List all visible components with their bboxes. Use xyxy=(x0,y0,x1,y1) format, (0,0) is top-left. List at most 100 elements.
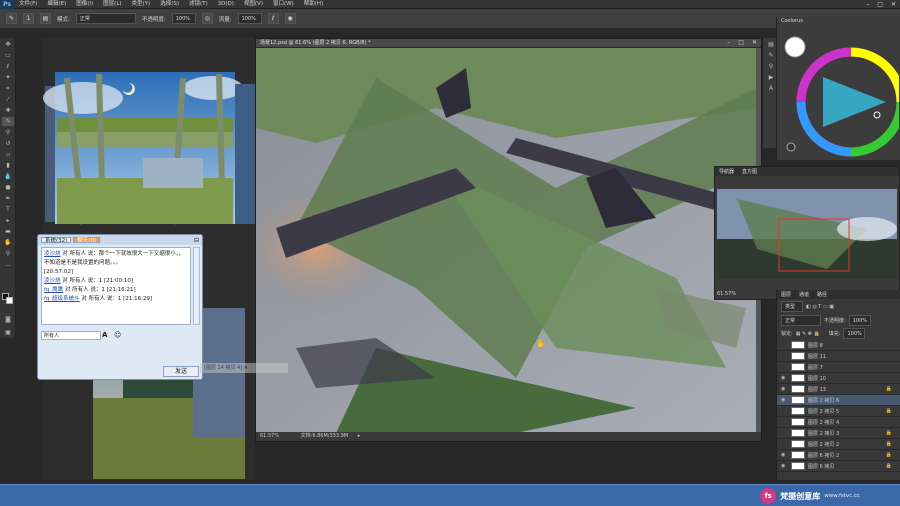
brush-panel-toggle-icon[interactable]: ▤ xyxy=(40,13,51,24)
color-panel-tab[interactable]: Coolorus xyxy=(777,17,807,25)
status-arrow-icon[interactable]: ▸ xyxy=(358,433,361,439)
layer-row[interactable]: 图层 7 xyxy=(777,362,900,373)
chat-sender[interactable]: 凌沙烧 xyxy=(44,278,61,284)
blur-tool-icon[interactable]: 💧 xyxy=(2,172,14,181)
dodge-tool-icon[interactable]: ● xyxy=(2,183,14,192)
doc-close-icon[interactable]: ✕ xyxy=(752,39,757,46)
airbrush-icon[interactable]: ℓ xyxy=(267,13,279,24)
layer-row[interactable]: ◉ 图层 13 🔒 xyxy=(777,384,900,395)
navigator-tab[interactable]: 直方图 xyxy=(738,167,761,176)
painting-canvas[interactable]: ✋ xyxy=(256,48,756,433)
pen-tool-icon[interactable]: ✒ xyxy=(2,194,14,203)
brush-tool-icon[interactable]: ✎ xyxy=(2,117,14,126)
layer-row[interactable]: ◉ 图层 10 xyxy=(777,373,900,384)
screen-mode-icon[interactable]: ▣ xyxy=(2,328,14,337)
menu-item[interactable]: 类型(Y) xyxy=(127,0,156,9)
hidden-layer-label[interactable]: [图层 14 拷贝 4] ✕ xyxy=(200,363,288,373)
layer-row[interactable]: 图层 11 xyxy=(777,351,900,362)
crop-tool-icon[interactable]: ⌗ xyxy=(2,84,14,93)
opacity-input[interactable]: 100% xyxy=(171,13,196,24)
chat-scrollbar[interactable] xyxy=(193,247,200,325)
type-tool-icon[interactable]: T xyxy=(2,205,14,214)
navigator-tab[interactable]: 导航器 xyxy=(715,167,738,176)
menu-item[interactable]: 3D(D) xyxy=(213,0,239,9)
menu-item[interactable]: 视图(V) xyxy=(239,0,268,9)
layer-row[interactable]: ◉ 图层 6 拷贝 2 🔒 xyxy=(777,450,900,461)
layer-row[interactable]: 图层 2 拷贝 4 xyxy=(777,417,900,428)
lasso-tool-icon[interactable]: ℓ xyxy=(2,62,14,71)
layer-row[interactable]: 图层 2 拷贝 5 🔒 xyxy=(777,406,900,417)
flow-input[interactable]: 100% xyxy=(237,13,262,24)
chat-recipient-select[interactable]: 所有人 xyxy=(41,331,101,340)
quick-mask-icon[interactable]: ◙ xyxy=(2,315,14,324)
chat-message: [20:57:02] xyxy=(44,268,188,277)
emoji-icon[interactable]: ☺ xyxy=(114,331,121,339)
chat-tab[interactable]: 系统(32) xyxy=(41,237,72,244)
doc-minimize-icon[interactable]: – xyxy=(727,39,730,46)
maximize-icon[interactable]: □ xyxy=(877,1,883,8)
chat-sender[interactable]: fq_超级系统斗 xyxy=(44,296,80,302)
pressure-size-icon[interactable]: ◉ xyxy=(284,13,296,24)
menu-item[interactable]: 图层(L) xyxy=(98,0,126,9)
quick-select-tool-icon[interactable]: ✦ xyxy=(2,73,14,82)
layer-row[interactable]: ◉ 图层 6 拷贝 🔒 xyxy=(777,461,900,472)
document-tab[interactable]: 场景12.psd @ 61.6% (图层 2 拷贝 6, RGB/8) * xyxy=(256,39,761,48)
eraser-tool-icon[interactable]: ▱ xyxy=(2,150,14,159)
history-brush-icon[interactable]: ↺ xyxy=(2,139,14,148)
minimize-icon[interactable]: – xyxy=(866,1,869,8)
stamp-tool-icon[interactable]: ⚲ xyxy=(2,128,14,137)
move-tool-icon[interactable]: ✥ xyxy=(2,40,14,49)
healing-tool-icon[interactable]: ✚ xyxy=(2,106,14,115)
menu-item[interactable]: 文件(F) xyxy=(14,0,42,9)
background-color-swatch[interactable] xyxy=(6,297,13,304)
hand-tool-icon[interactable]: ✋ xyxy=(2,238,14,247)
visibility-eye-icon[interactable]: ◉ xyxy=(781,386,788,392)
chat-sender[interactable]: 凌沙烧 xyxy=(44,251,61,257)
chat-sender[interactable]: fq_鹰鹰 xyxy=(44,287,63,293)
visibility-eye-icon[interactable]: ◉ xyxy=(781,463,788,469)
menu-item[interactable]: 编辑(E) xyxy=(42,0,71,9)
visibility-eye-icon[interactable]: ◉ xyxy=(781,452,788,458)
visibility-eye-icon[interactable]: ◉ xyxy=(781,375,788,381)
menu-item[interactable]: 选择(S) xyxy=(155,0,184,9)
lock-icon: 🔒 xyxy=(885,408,892,414)
gradient-tool-icon[interactable]: ▮ xyxy=(2,161,14,170)
layer-kind-filter[interactable]: 类型 xyxy=(781,301,803,312)
layers-tab[interactable]: 路径 xyxy=(813,290,831,299)
doc-maximize-icon[interactable]: □ xyxy=(738,39,744,46)
fill-input[interactable]: 100% xyxy=(843,328,866,339)
brush-tool-icon[interactable]: ✎ xyxy=(6,13,17,24)
color-wheel[interactable] xyxy=(781,27,899,157)
layer-row[interactable]: 图层 2 拷贝 2 🔒 xyxy=(777,439,900,450)
chat-tab[interactable]: 聊天(0) xyxy=(73,237,101,244)
layer-row[interactable]: 图层 2 拷贝 3 🔒 xyxy=(777,428,900,439)
eyedropper-tool-icon[interactable]: ⁄ xyxy=(2,95,14,104)
chat-collapse-icon[interactable]: ⊟ xyxy=(194,237,199,244)
mode-select[interactable]: 正常 xyxy=(75,13,136,24)
pressure-opacity-icon[interactable]: ◎ xyxy=(201,13,213,24)
layer-blend-select[interactable]: 正常 xyxy=(781,315,821,326)
layer-opacity-input[interactable]: 100% xyxy=(848,315,871,326)
menu-item[interactable]: 帮助(H) xyxy=(299,0,328,9)
marquee-tool-icon[interactable]: ▭ xyxy=(2,51,14,60)
layer-filter-icons[interactable]: ◧ ◎ T ▭ ▣ xyxy=(806,304,834,310)
font-format-icon[interactable]: A xyxy=(102,331,107,339)
close-icon[interactable]: ✕ xyxy=(891,1,896,8)
zoom-tool-icon[interactable]: ⚲ xyxy=(2,249,14,258)
lock-icons[interactable]: ▦ ✎ ✥ 🔒 xyxy=(796,331,820,337)
menu-item[interactable]: 窗口(W) xyxy=(268,0,299,9)
layers-tab[interactable]: 图层 xyxy=(777,290,795,299)
layers-tab[interactable]: 通道 xyxy=(795,290,813,299)
layer-row[interactable]: 图层 8 xyxy=(777,340,900,351)
menu-item[interactable]: 图像(I) xyxy=(71,0,98,9)
brush-preset-picker[interactable]: 1 xyxy=(23,13,34,24)
menu-item[interactable]: 滤镜(T) xyxy=(184,0,213,9)
shape-tool-icon[interactable]: ▬ xyxy=(2,227,14,236)
navigator-preview[interactable] xyxy=(717,189,897,279)
more-tools-icon[interactable]: … xyxy=(2,260,14,269)
path-select-icon[interactable]: ▸ xyxy=(2,216,14,225)
layer-row[interactable]: ◉ 图层 2 拷贝 6 xyxy=(777,395,900,406)
send-button[interactable]: 发送 xyxy=(163,366,199,377)
visibility-eye-icon[interactable]: ◉ xyxy=(781,397,788,403)
navigator-zoom[interactable]: 61.57% xyxy=(717,291,736,297)
